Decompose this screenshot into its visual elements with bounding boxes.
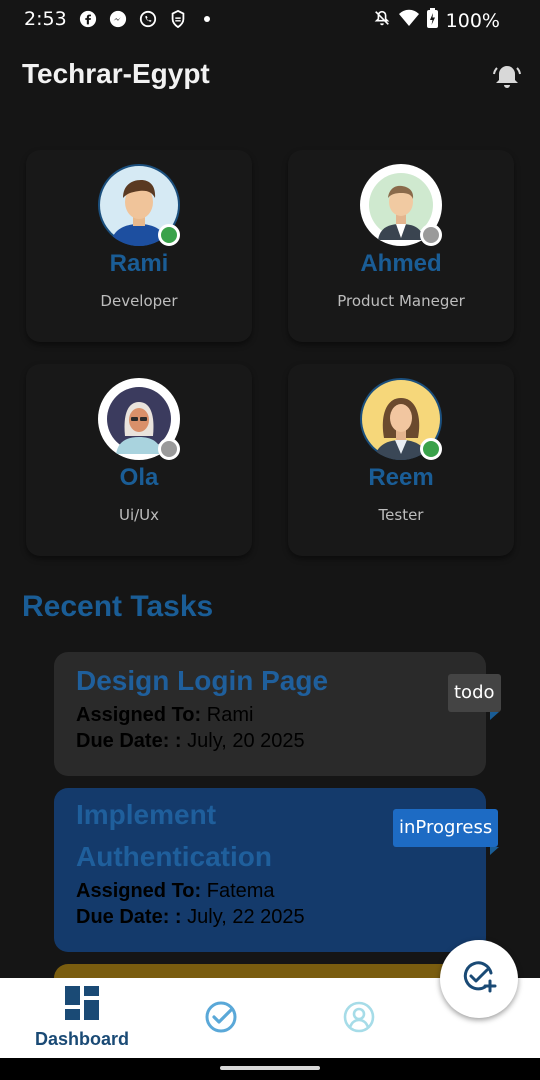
badge-fold — [490, 847, 499, 855]
member-name: Ola — [119, 464, 159, 491]
task-assignee: Assigned To: Rami — [76, 704, 254, 726]
system-indicators: 100% — [373, 8, 500, 33]
member-role: Ui/Ux — [118, 506, 160, 524]
dashboard-icon — [65, 986, 99, 1025]
nav-item-profile[interactable] — [334, 978, 384, 1058]
mute-icon — [373, 9, 391, 32]
team-member-card-ahmed[interactable]: Ahmed Product Maneger — [288, 150, 514, 342]
task-title: Design Login Page — [76, 665, 329, 696]
status-time: 2:53 — [24, 8, 67, 30]
status-bar: 2:53 100% — [0, 0, 540, 40]
team-member-card-ola[interactable]: Ola Ui/Ux — [26, 364, 252, 556]
battery-icon — [426, 8, 438, 33]
battery-percent: 100% — [445, 9, 500, 32]
team-member-card-reem[interactable]: Reem Tester — [288, 364, 514, 556]
team-member-card-rami[interactable]: Rami Developer — [26, 150, 252, 342]
member-role: Product Maneger — [337, 292, 465, 310]
status-badge: todo — [448, 674, 501, 712]
recent-tasks-heading: Recent Tasks — [22, 590, 214, 623]
notification-app-icons — [78, 9, 210, 29]
member-role: Tester — [378, 506, 424, 524]
profile-icon — [342, 1000, 376, 1039]
online-status-indicator — [158, 224, 180, 246]
app-title: Techrar-Egypt — [22, 58, 210, 89]
avatar — [360, 164, 442, 246]
member-name: Ahmed — [360, 250, 442, 277]
task-title: Implement Authentication — [76, 799, 272, 872]
app-bar: Techrar-Egypt — [0, 48, 540, 104]
home-gesture-handle[interactable] — [220, 1066, 320, 1070]
task-assignee: Assigned To: Fatema — [76, 880, 275, 902]
app-icon — [168, 9, 188, 29]
avatar — [98, 378, 180, 460]
member-name: Reem — [368, 464, 434, 491]
task-card-in-progress[interactable]: Implement Authentication Assigned To: Fa… — [54, 788, 499, 952]
avatar — [98, 164, 180, 246]
task-card-todo[interactable]: Design Login Page Assigned To: Rami Due … — [54, 652, 501, 776]
offline-status-indicator — [158, 438, 180, 460]
messenger-icon — [108, 9, 128, 29]
task-due-date: Due Date: : July, 20 2025 — [76, 730, 305, 752]
more-notifications-dot — [204, 16, 210, 22]
status-badge: inProgress — [393, 809, 499, 847]
avatar — [360, 378, 442, 460]
nav-label-dashboard: Dashboard — [34, 1029, 130, 1049]
whatsapp-icon — [138, 9, 158, 29]
online-status-indicator — [420, 438, 442, 460]
add-task-button[interactable] — [440, 940, 518, 1018]
tasks-check-icon — [204, 1000, 238, 1039]
nav-item-tasks[interactable] — [196, 978, 246, 1058]
nav-item-dashboard[interactable]: Dashboard — [34, 978, 130, 1058]
offline-status-indicator — [420, 224, 442, 246]
member-name: Rami — [109, 250, 169, 277]
facebook-icon — [78, 9, 98, 29]
badge-fold — [490, 712, 499, 720]
task-due-date: Due Date: : July, 22 2025 — [76, 906, 305, 928]
wifi-icon — [398, 9, 419, 32]
bell-icon[interactable] — [492, 62, 522, 92]
member-role: Developer — [100, 292, 178, 310]
add-task-icon — [461, 959, 497, 1000]
